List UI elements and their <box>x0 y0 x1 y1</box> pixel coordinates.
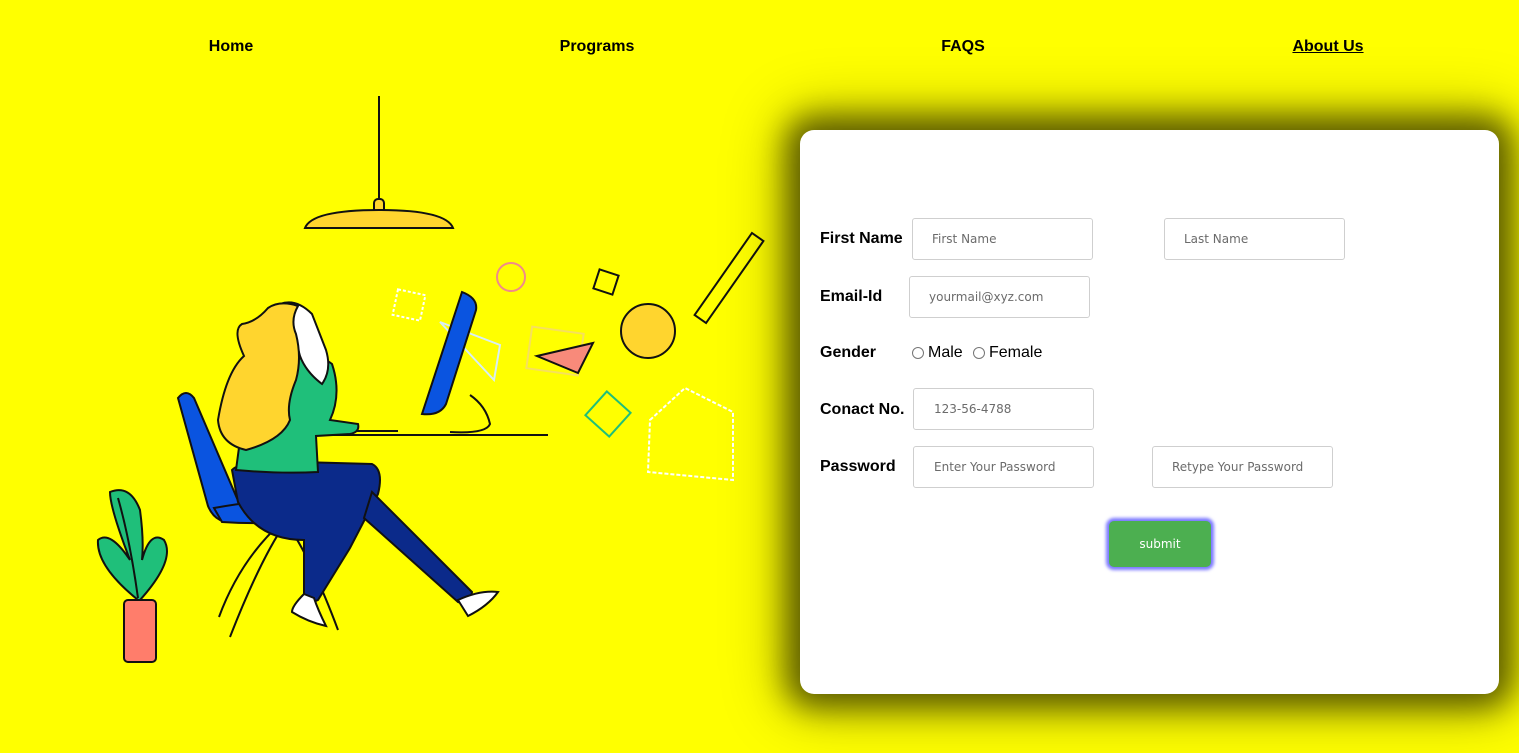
top-nav: Home Programs FAQS About Us <box>0 38 1519 60</box>
gender-male-label: Male <box>928 344 963 361</box>
person-at-computer-illustration <box>96 96 765 663</box>
ceiling-lamp-icon <box>303 96 455 229</box>
password-label: Password <box>820 458 896 475</box>
gender-female-option[interactable]: Female <box>973 344 1042 362</box>
contact-input[interactable] <box>913 388 1094 430</box>
retype-password-input[interactable] <box>1152 446 1333 488</box>
password-input[interactable] <box>913 446 1094 488</box>
gender-female-label: Female <box>989 344 1043 361</box>
nav-home-link[interactable]: Home <box>209 38 253 56</box>
nav-faqs-link[interactable]: FAQS <box>941 38 985 56</box>
radio-icon[interactable] <box>973 347 985 359</box>
gender-label: Gender <box>820 344 877 361</box>
last-name-input[interactable] <box>1164 218 1345 260</box>
email-input[interactable] <box>909 276 1090 318</box>
first-name-label: First Name <box>820 230 903 247</box>
contact-label: Conact No. <box>820 401 905 418</box>
submit-button[interactable]: submit <box>1109 521 1211 567</box>
nav-about-us-link[interactable]: About Us <box>1292 38 1363 56</box>
email-label: Email-Id <box>820 288 883 305</box>
potted-plant-icon <box>96 489 168 663</box>
first-name-input[interactable] <box>912 218 1093 260</box>
nav-programs-link[interactable]: Programs <box>560 38 635 56</box>
radio-icon[interactable] <box>912 347 924 359</box>
desk-monitor-icon <box>300 290 548 436</box>
gender-male-option[interactable]: Male <box>912 344 963 362</box>
signup-form-card: First Name Email-Id Gender Male Female C… <box>800 130 1499 694</box>
